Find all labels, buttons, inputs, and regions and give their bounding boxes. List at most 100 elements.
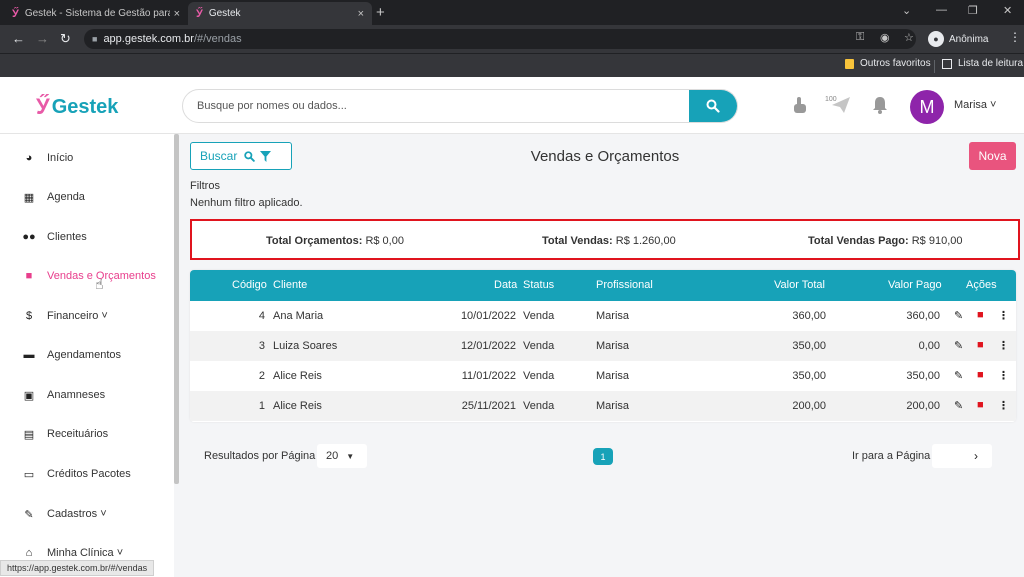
browser-menu-icon[interactable]: ⋮ [1009, 30, 1021, 44]
search-filter-button[interactable]: Buscar [190, 142, 292, 170]
search-input[interactable] [183, 100, 689, 112]
pencil-icon[interactable]: ✎ [954, 399, 963, 412]
more-vertical-icon[interactable]: ⋮ [998, 369, 1009, 382]
trash-icon[interactable]: ■ [977, 399, 984, 411]
paper-plane-icon[interactable] [830, 95, 852, 115]
sidebar-item-vendas[interactable]: ■ Vendas e Orçamentos [0, 264, 174, 288]
incognito-profile[interactable]: ● Anônima [928, 30, 988, 48]
close-icon[interactable]: × [358, 8, 364, 20]
sidebar-item-inicio[interactable]: ◕ Início [0, 146, 174, 170]
cell-code: 2 [258, 370, 265, 382]
chevron-down-icon[interactable]: ⌄ [902, 4, 911, 17]
eye-off-icon[interactable]: ◉ [880, 31, 890, 44]
column-header-professional[interactable]: Profissional [596, 279, 653, 291]
sidebar-item-label: Clientes [47, 231, 87, 243]
new-sale-button[interactable]: Nova [969, 142, 1016, 170]
forward-arrow-icon[interactable]: → [36, 31, 49, 46]
table-row[interactable]: 2 Alice Reis 11/01/2022 Venda Marisa 350… [190, 361, 1016, 391]
reload-icon[interactable]: ↻ [60, 31, 71, 47]
close-icon[interactable]: × [174, 8, 180, 20]
hand-cursor-icon: ☝ [95, 276, 104, 292]
browser-tab-2[interactable]: Ӳ Gestek × [188, 2, 372, 25]
user-menu[interactable]: Marisa ˅ [954, 99, 997, 111]
star-icon[interactable]: ☆ [904, 31, 914, 44]
cell-professional: Marisa [596, 340, 630, 352]
cell-total: 200,00 [792, 400, 826, 412]
search-button[interactable] [689, 90, 737, 122]
pencil-icon[interactable]: ✎ [954, 369, 963, 382]
reading-list-bookmark[interactable]: Lista de leitura [942, 58, 1023, 69]
bell-icon[interactable] [871, 95, 889, 115]
more-vertical-icon[interactable]: ⋮ [998, 339, 1009, 352]
calendar-icon: ▦ [23, 191, 35, 204]
key-icon[interactable]: ⚿ [856, 31, 864, 44]
sidebar-item-label: Agendamentos [47, 349, 121, 361]
shopping-bag-icon: ■ [25, 270, 33, 282]
total-sales-value: R$ 1.260,00 [615, 235, 676, 247]
goto-page-button[interactable]: › [932, 444, 992, 468]
cell-paid: 350,00 [906, 370, 940, 382]
total-sales-label: Total Vendas: [542, 235, 613, 247]
profile-label: Anônima [949, 33, 989, 45]
cell-code: 3 [258, 340, 265, 352]
column-header-client[interactable]: Cliente [273, 279, 307, 291]
search-icon [706, 99, 720, 113]
credit-card-icon: ▭ [23, 468, 35, 481]
hand-pointer-icon[interactable] [790, 95, 810, 115]
pencil-icon[interactable]: ✎ [954, 339, 963, 352]
sidebar-item-receituarios[interactable]: ▤ Receituários [0, 422, 174, 446]
search-icon [244, 150, 256, 162]
back-arrow-icon[interactable]: ← [12, 31, 25, 46]
folder-icon [845, 58, 854, 69]
column-header-date[interactable]: Data [494, 279, 517, 291]
table-row[interactable]: 1 Alice Reis 25/11/2021 Venda Marisa 200… [190, 391, 1016, 421]
sidebar-item-label: Anamneses [47, 389, 106, 401]
gestek-favicon-icon: Ӳ [196, 7, 203, 20]
page-button-current[interactable]: 1 [593, 448, 613, 465]
column-header-status[interactable]: Status [523, 279, 554, 291]
sidebar-item-agendamentos[interactable]: ▬ Agendamentos [0, 343, 174, 367]
dashboard-icon: ◕ [25, 152, 33, 164]
table-row[interactable]: 3 Luiza Soares 12/01/2022 Venda Marisa 3… [190, 331, 1016, 361]
logo-text: Gestek [51, 95, 119, 118]
browser-tab-1[interactable]: Ӳ Gestek - Sistema de Gestão para × [4, 2, 188, 25]
cell-status: Venda [523, 370, 555, 382]
logo[interactable]: Ӳ Gestek [36, 94, 118, 120]
trash-icon[interactable]: ■ [977, 369, 984, 381]
minimize-icon[interactable]: — [936, 4, 947, 16]
results-per-page-select[interactable]: 20 ▼ [317, 444, 367, 468]
sidebar-scrollbar[interactable] [174, 134, 179, 484]
sidebar-item-financeiro[interactable]: $ Financeiro ˅ [0, 304, 174, 328]
column-header-code[interactable]: Código [232, 279, 267, 291]
cell-paid: 360,00 [906, 310, 940, 322]
sidebar-item-agenda[interactable]: ▦ Agenda [0, 185, 174, 209]
cell-date: 12/01/2022 [460, 340, 516, 352]
sidebar-item-anamneses[interactable]: ▣ Anamneses [0, 383, 174, 407]
column-header-paid[interactable]: Valor Pago [888, 279, 942, 291]
restore-icon[interactable]: ❐ [968, 4, 978, 17]
more-vertical-icon[interactable]: ⋮ [998, 399, 1009, 412]
sidebar-item-clientes[interactable]: ●● Clientes [0, 225, 174, 249]
sidebar-item-cadastros[interactable]: ✎ Cadastros ˅ [0, 502, 174, 526]
url-field[interactable]: ■ app.gestek.com.br /#/vendas [84, 29, 916, 49]
cell-client: Luiza Soares [273, 340, 338, 352]
more-vertical-icon[interactable]: ⋮ [998, 309, 1009, 322]
total-budgets-label: Total Orçamentos: [266, 235, 363, 247]
pencil-icon[interactable]: ✎ [954, 309, 963, 322]
sidebar-item-label: Créditos Pacotes [47, 468, 131, 480]
trash-icon[interactable]: ■ [977, 339, 984, 351]
sidebar-item-creditos-pacotes[interactable]: ▭ Créditos Pacotes [0, 462, 174, 486]
sidebar-item-label: Cadastros ˅ [47, 508, 107, 520]
chevron-right-icon: › [974, 449, 978, 463]
column-header-total[interactable]: Valor Total [774, 279, 825, 291]
trash-icon[interactable]: ■ [977, 309, 984, 321]
window-close-icon[interactable]: ✕ [1003, 4, 1012, 17]
table-row[interactable]: 4 Ana Maria 10/01/2022 Venda Marisa 360,… [190, 301, 1016, 331]
incognito-icon: ● [928, 31, 944, 47]
new-tab-button[interactable]: + [376, 4, 385, 21]
avatar[interactable]: M [910, 90, 944, 124]
other-favorites-bookmark[interactable]: Outros favoritos [845, 58, 931, 69]
cell-client: Ana Maria [273, 310, 324, 322]
edit-icon: ✎ [24, 508, 34, 521]
id-card-icon: ▣ [23, 389, 35, 402]
